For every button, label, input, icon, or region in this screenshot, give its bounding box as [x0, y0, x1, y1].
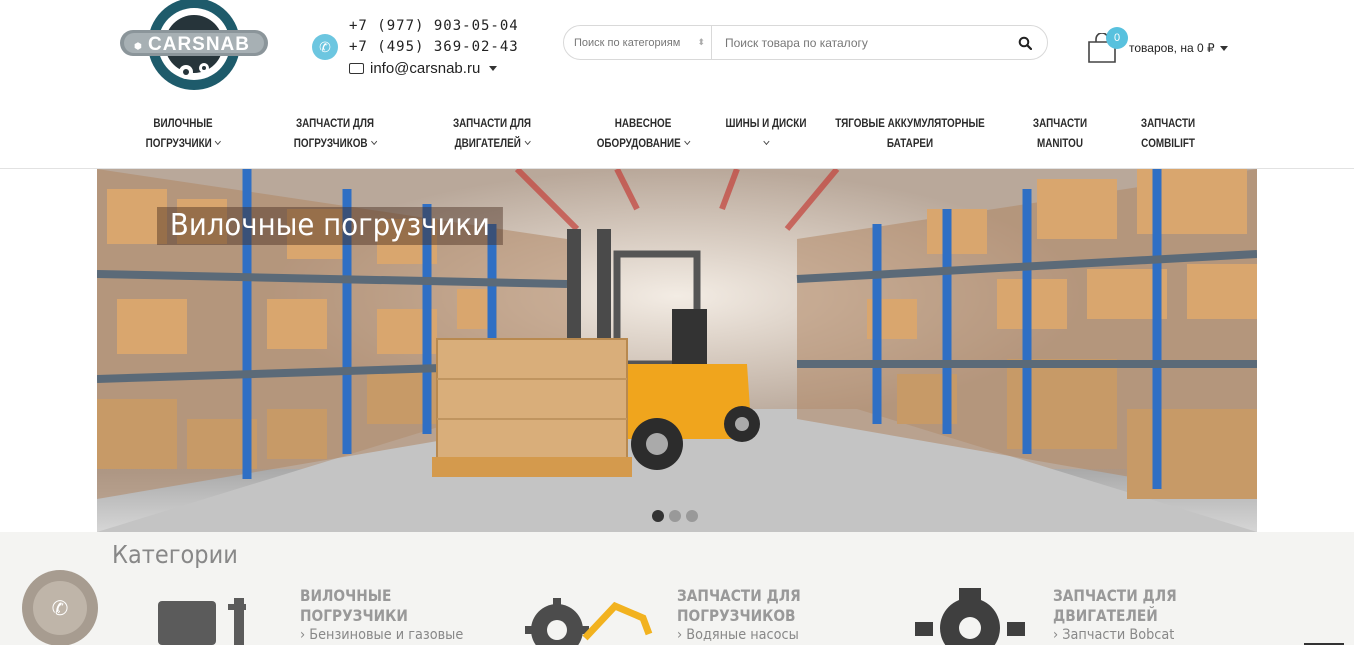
category-name: Запчасти для — [1053, 586, 1177, 605]
nav-item-forklifts[interactable]: Вилочные погрузчики — [140, 114, 226, 154]
slider-dot-1[interactable] — [652, 510, 664, 522]
carsnab-logo[interactable]: ⬢ CARSNAB — [118, 0, 270, 96]
caret-down-icon — [1219, 46, 1228, 52]
category-sublink[interactable]: › Бензиновые и газовые — [300, 627, 463, 643]
category-sublink[interactable]: › Запчасти Bobcat — [1053, 627, 1174, 643]
nav-item-label: Шины и диски — [725, 118, 807, 130]
sublink-label: Бензиновые и газовые — [309, 627, 464, 643]
envelope-icon — [349, 63, 364, 74]
slider-pagination — [652, 510, 698, 522]
nav-item-label: Manitou — [1037, 138, 1083, 150]
callback-button[interactable]: ✆ — [22, 570, 98, 645]
search-bar: Поиск по категориям ⬍ — [563, 25, 1048, 60]
nav-item-label: Combilift — [1141, 138, 1195, 150]
nav-item-label: Запчасти — [1032, 118, 1088, 130]
nav-item-attachments[interactable]: Навесное оборудование — [586, 114, 700, 154]
category-name: Запчасти для — [677, 586, 801, 605]
sublink-label: Водяные насосы — [686, 627, 799, 643]
category-select-label: Поиск по категориям — [574, 36, 681, 49]
nav-item-label: Тяговые аккумуляторные — [835, 118, 985, 130]
phone-2[interactable]: +7 (495) 369-02-43 — [349, 39, 519, 55]
slider-dot-2[interactable] — [669, 510, 681, 522]
search-button[interactable] — [1003, 26, 1047, 59]
forklift-category-icon — [158, 598, 246, 645]
category-name: двигателей — [1053, 606, 1158, 625]
nav-item-label: Запчасти — [1140, 118, 1196, 130]
category-name: Вилочные — [300, 586, 392, 605]
nav-item-label: погрузчики — [145, 138, 212, 150]
sublink-label: Запчасти Bobcat — [1062, 627, 1175, 643]
engine-parts-icon — [915, 588, 1025, 645]
site-header: ⬢ CARSNAB ✆ +7 (977) 903-05-04 +7 (495) … — [0, 0, 1354, 100]
category-sublink[interactable]: › Водяные насосы — [677, 627, 799, 643]
nav-item-label: батареи — [886, 138, 934, 150]
section-title: Категории — [112, 540, 238, 569]
phone-icon: ✆ — [312, 34, 338, 60]
slider-dot-3[interactable] — [686, 510, 698, 522]
email-text: info@carsnab.ru — [370, 60, 481, 77]
chevron-down-icon — [370, 137, 378, 146]
categories-section: Категории Вилочные погрузчики › Бензинов… — [0, 532, 1354, 645]
hero-slider[interactable]: Вилочные погрузчики — [97, 169, 1257, 532]
nav-item-label: Запчасти для — [452, 118, 532, 130]
category-forklift-parts[interactable]: Запчасти для погрузчиков — [677, 586, 801, 626]
chevron-down-icon — [684, 137, 691, 146]
cart-summary[interactable]: товаров, на 0 ₽ — [1129, 41, 1228, 55]
nav-item-label: погрузчиков — [293, 138, 368, 150]
email-dropdown[interactable]: info@carsnab.ru — [349, 60, 498, 77]
nav-item-combilift-parts[interactable]: Запчасти Combilift — [1134, 114, 1203, 154]
parts-gear-excavator-icon — [525, 598, 653, 645]
nav-item-label: оборудование — [596, 138, 681, 150]
nav-item-engine-parts[interactable]: Запчасти для двигателей — [446, 114, 539, 154]
chevron-down-icon — [762, 137, 770, 146]
nav-item-forklift-parts[interactable]: Запчасти для погрузчиков — [287, 114, 383, 154]
chevron-down-icon — [215, 137, 222, 146]
category-forklifts[interactable]: Вилочные погрузчики — [300, 586, 408, 626]
chevron-down-icon — [524, 137, 531, 146]
cart-count-badge: 0 — [1106, 27, 1128, 49]
nav-item-label: двигателей — [454, 138, 521, 150]
logo-text: CARSNAB — [148, 34, 250, 55]
cart-widget[interactable]: 0 товаров, на 0 ₽ — [1086, 27, 1228, 67]
nav-item-traction-batteries[interactable]: Тяговые аккумуляторные батареи — [834, 114, 985, 154]
phone-icon: ✆ — [33, 581, 87, 635]
category-engine-parts[interactable]: Запчасти для двигателей — [1053, 586, 1177, 626]
phone-1[interactable]: +7 (977) 903-05-04 — [349, 18, 519, 34]
cart-summary-text: товаров, на 0 ₽ — [1129, 41, 1215, 55]
search-input[interactable] — [712, 26, 1003, 59]
category-name: погрузчиков — [677, 606, 796, 625]
search-icon — [1018, 36, 1032, 50]
contacts-block: ✆ +7 (977) 903-05-04 +7 (495) 369-02-43 … — [312, 14, 532, 84]
slide-caption[interactable]: Вилочные погрузчики — [157, 207, 503, 245]
nav-item-label: Навесное — [614, 118, 672, 130]
nav-item-label: Запчасти для — [295, 118, 375, 130]
select-arrows-icon: ⬍ — [697, 37, 705, 47]
caret-down-icon — [489, 66, 498, 71]
nav-item-label: Вилочные — [153, 118, 213, 130]
category-select[interactable]: Поиск по категориям ⬍ — [564, 26, 712, 59]
main-navigation: Вилочные погрузчики Запчасти для погрузч… — [0, 105, 1354, 169]
nav-item-tires-wheels[interactable]: Шины и диски — [720, 114, 813, 154]
category-name: погрузчики — [300, 606, 408, 625]
svg-text:⬢: ⬢ — [134, 41, 142, 51]
nav-item-manitou-parts[interactable]: Запчасти Manitou — [1026, 114, 1095, 154]
